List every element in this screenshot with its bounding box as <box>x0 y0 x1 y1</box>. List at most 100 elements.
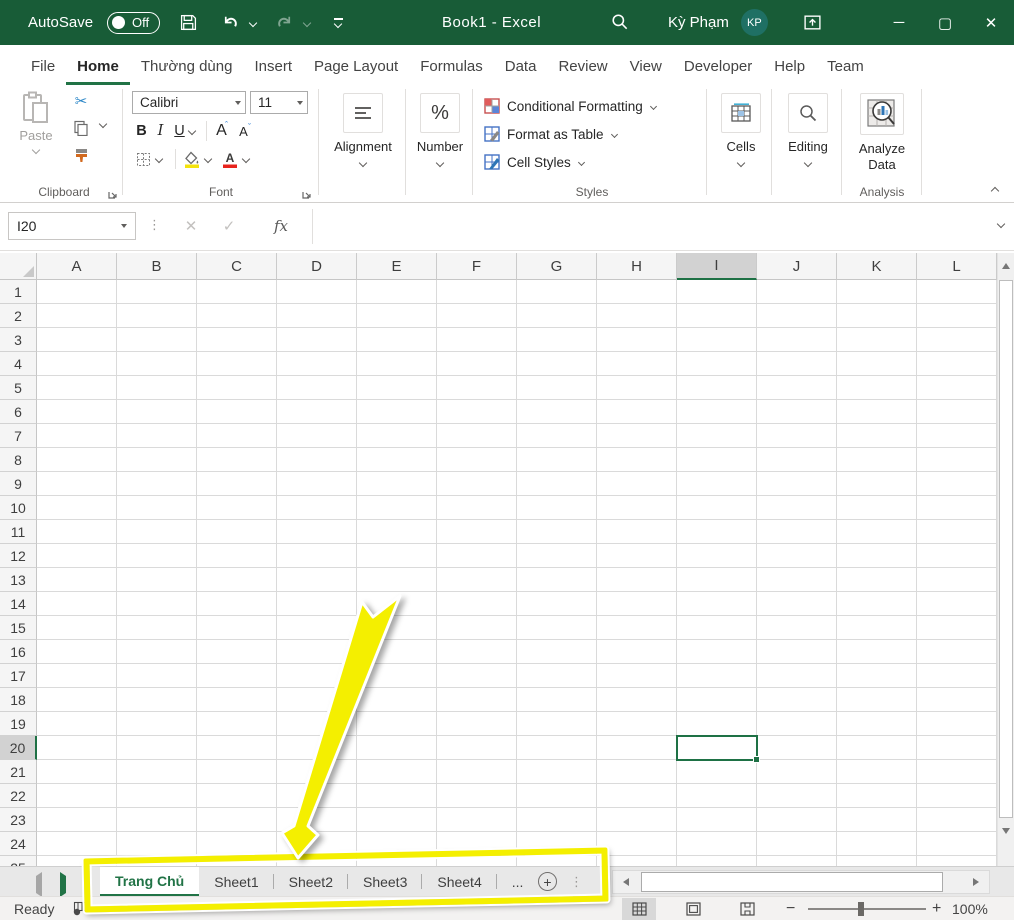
cell-A13[interactable] <box>37 568 117 592</box>
cell-I18[interactable] <box>677 688 757 712</box>
ribbon-tab-data[interactable]: Data <box>494 49 548 85</box>
scroll-right-button[interactable] <box>963 871 989 893</box>
cell-D19[interactable] <box>277 712 357 736</box>
cell-C3[interactable] <box>197 328 277 352</box>
cell-E17[interactable] <box>357 664 437 688</box>
cell-C10[interactable] <box>197 496 277 520</box>
cell-E24[interactable] <box>357 832 437 856</box>
column-header-E[interactable]: E <box>357 253 437 280</box>
cell-B19[interactable] <box>117 712 197 736</box>
cell-J25[interactable] <box>757 856 837 866</box>
cell-A15[interactable] <box>37 616 117 640</box>
cell-J3[interactable] <box>757 328 837 352</box>
cell-I3[interactable] <box>677 328 757 352</box>
cell-K5[interactable] <box>837 376 917 400</box>
cell-G19[interactable] <box>517 712 597 736</box>
cell-H23[interactable] <box>597 808 677 832</box>
row-header-23[interactable]: 23 <box>0 808 37 832</box>
row-header-6[interactable]: 6 <box>0 400 37 424</box>
sheet-tab-sheet4[interactable]: Sheet4 <box>422 867 496 896</box>
autosave-toggle[interactable]: Off <box>107 12 160 34</box>
cell-H14[interactable] <box>597 592 677 616</box>
cell-K18[interactable] <box>837 688 917 712</box>
cell-C9[interactable] <box>197 472 277 496</box>
row-header-3[interactable]: 3 <box>0 328 37 352</box>
borders-dropdown-icon[interactable] <box>155 155 163 163</box>
avatar[interactable]: KP <box>741 9 768 36</box>
row-header-15[interactable]: 15 <box>0 616 37 640</box>
cell-D3[interactable] <box>277 328 357 352</box>
cell-C4[interactable] <box>197 352 277 376</box>
cell-I24[interactable] <box>677 832 757 856</box>
underline-dropdown-icon[interactable] <box>188 127 196 135</box>
redo-button[interactable] <box>270 9 298 37</box>
grow-font-button[interactable]: A <box>212 122 231 140</box>
fill-color-dropdown-icon[interactable] <box>204 155 212 163</box>
cell-B10[interactable] <box>117 496 197 520</box>
cell-L16[interactable] <box>917 640 997 664</box>
copy-button[interactable] <box>70 118 92 138</box>
cell-L7[interactable] <box>917 424 997 448</box>
account-area[interactable]: Kỳ Phạm KP <box>668 0 768 45</box>
row-header-24[interactable]: 24 <box>0 832 37 856</box>
cell-H12[interactable] <box>597 544 677 568</box>
cell-F18[interactable] <box>437 688 517 712</box>
cell-A17[interactable] <box>37 664 117 688</box>
cell-D23[interactable] <box>277 808 357 832</box>
cell-C18[interactable] <box>197 688 277 712</box>
cell-H9[interactable] <box>597 472 677 496</box>
cell-D25[interactable] <box>277 856 357 866</box>
cell-B3[interactable] <box>117 328 197 352</box>
cell-K15[interactable] <box>837 616 917 640</box>
cell-J1[interactable] <box>757 280 837 304</box>
cell-I8[interactable] <box>677 448 757 472</box>
row-header-19[interactable]: 19 <box>0 712 37 736</box>
row-header-18[interactable]: 18 <box>0 688 37 712</box>
cell-H24[interactable] <box>597 832 677 856</box>
cell-C12[interactable] <box>197 544 277 568</box>
cell-G16[interactable] <box>517 640 597 664</box>
cell-B18[interactable] <box>117 688 197 712</box>
clipboard-dialog-launcher-icon[interactable] <box>108 189 118 199</box>
cell-H1[interactable] <box>597 280 677 304</box>
cell-H6[interactable] <box>597 400 677 424</box>
cell-K9[interactable] <box>837 472 917 496</box>
sheet-tab-sheet2[interactable]: Sheet2 <box>274 867 348 896</box>
cell-K23[interactable] <box>837 808 917 832</box>
cell-D12[interactable] <box>277 544 357 568</box>
cell-E11[interactable] <box>357 520 437 544</box>
cell-E16[interactable] <box>357 640 437 664</box>
number-group-button[interactable]: % Number <box>410 85 470 203</box>
zoom-out-button[interactable]: − <box>786 900 795 918</box>
cell-F3[interactable] <box>437 328 517 352</box>
cell-F22[interactable] <box>437 784 517 808</box>
cell-L18[interactable] <box>917 688 997 712</box>
cell-A21[interactable] <box>37 760 117 784</box>
cell-K2[interactable] <box>837 304 917 328</box>
save-button[interactable] <box>174 9 202 37</box>
cell-E4[interactable] <box>357 352 437 376</box>
format-painter-button[interactable] <box>70 145 92 165</box>
cell-J5[interactable] <box>757 376 837 400</box>
cell-D11[interactable] <box>277 520 357 544</box>
cell-G7[interactable] <box>517 424 597 448</box>
cell-E19[interactable] <box>357 712 437 736</box>
ribbon-tab-formulas[interactable]: Formulas <box>409 49 494 85</box>
cell-C6[interactable] <box>197 400 277 424</box>
column-header-J[interactable]: J <box>757 253 837 280</box>
cell-D2[interactable] <box>277 304 357 328</box>
cell-A1[interactable] <box>37 280 117 304</box>
cell-F23[interactable] <box>437 808 517 832</box>
cell-B6[interactable] <box>117 400 197 424</box>
cell-D7[interactable] <box>277 424 357 448</box>
ribbon-tab-view[interactable]: View <box>619 49 673 85</box>
ribbon-tab-home[interactable]: Home <box>66 49 130 85</box>
cell-B7[interactable] <box>117 424 197 448</box>
cell-J23[interactable] <box>757 808 837 832</box>
page-layout-view-button[interactable] <box>676 898 710 920</box>
row-header-4[interactable]: 4 <box>0 352 37 376</box>
cell-D17[interactable] <box>277 664 357 688</box>
cell-I2[interactable] <box>677 304 757 328</box>
cell-E9[interactable] <box>357 472 437 496</box>
cell-A3[interactable] <box>37 328 117 352</box>
